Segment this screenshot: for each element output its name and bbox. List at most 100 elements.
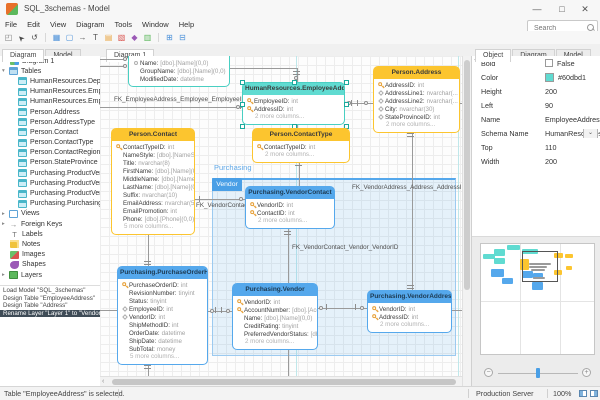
sidebar-item-humanresources-depar[interactable]: HumanResources.Depar...	[0, 76, 100, 86]
property-value[interactable]: 200	[545, 157, 600, 166]
new-shape-icon[interactable]: ◆	[128, 32, 141, 44]
property-value[interactable]: 90	[545, 101, 600, 110]
table-person-contact[interactable]: Person.Contact ContactTypeID: int NameStyle…	[111, 128, 195, 235]
scroll-left-icon[interactable]: ‹	[102, 377, 104, 386]
menu-view[interactable]: View	[45, 20, 71, 29]
tab-diagram[interactable]: Diagram	[2, 49, 45, 62]
toggle-left-panel-icon[interactable]	[579, 390, 587, 397]
sidebar-item-purchasing-productven[interactable]: Purchasing.ProductVen...	[0, 178, 100, 188]
menu-tools[interactable]: Tools	[110, 20, 138, 29]
connector-line[interactable]	[412, 130, 413, 290]
connector-line[interactable]	[230, 68, 297, 69]
layer-name-tab[interactable]: Vendor	[212, 178, 242, 191]
selection-handle[interactable]	[291, 80, 297, 85]
sidebar-item-views[interactable]: ▸ Views	[0, 209, 100, 219]
table-vendor-contact[interactable]: Purchasing.VendorContact VendorID: int Cont…	[245, 186, 335, 229]
new-layer-icon[interactable]: ▥	[141, 32, 154, 44]
selection-handle[interactable]	[344, 80, 349, 85]
property-value[interactable]: 200	[545, 87, 600, 96]
zoom-slider-thumb[interactable]	[536, 368, 540, 378]
connector-line[interactable]	[100, 310, 117, 311]
connector-line[interactable]	[100, 107, 242, 108]
selection-handle[interactable]	[344, 101, 349, 107]
history-entry[interactable]: Rename Layer "Layer 1" to "Vendor"	[0, 309, 100, 318]
new-table-icon[interactable]: ▦	[50, 32, 63, 44]
zoom-out-button[interactable]: −	[484, 368, 493, 377]
table-department-partial[interactable]: Name: [dbo].[Name](0,0) GroupName: [dbo].[N…	[128, 56, 230, 87]
selection-handle[interactable]	[240, 124, 245, 129]
sidebar-item-shapes[interactable]: Shapes	[0, 260, 100, 270]
sidebar-item-purchasing-productven[interactable]: Purchasing.ProductVen...	[0, 168, 100, 178]
history-entry[interactable]: Load Model "SQL_3schemas"	[0, 287, 100, 295]
sidebar-item-tables[interactable]: ▾ Tables	[0, 66, 100, 76]
zoom-in-button[interactable]: +	[582, 368, 591, 377]
vertical-scrollbar-thumb[interactable]	[464, 60, 470, 290]
property-value[interactable]: HumanResources ⌄	[545, 128, 600, 138]
table-purchase-order-header[interactable]: Purchasing.PurchaseOrderHeader PurchaseOr…	[117, 266, 208, 365]
connector-line[interactable]	[299, 160, 300, 186]
fk-label-fk-vendorcontact-vendor-vendorid[interactable]: FK_VendorContact_Vendor_VendorID	[292, 244, 398, 251]
menu-edit[interactable]: Edit	[22, 20, 45, 29]
menu-window[interactable]: Window	[137, 20, 174, 29]
zoom-level-label[interactable]: 100%	[553, 387, 571, 400]
selection-handle[interactable]	[240, 80, 245, 85]
checkbox[interactable]	[545, 59, 553, 67]
new-image-icon[interactable]: ▧	[115, 32, 128, 44]
property-value[interactable]: False	[545, 59, 600, 68]
connector-line[interactable]	[195, 199, 245, 200]
menu-help[interactable]: Help	[174, 20, 199, 29]
sidebar-item-images[interactable]: Images	[0, 250, 100, 260]
sidebar-item-humanresources-emplo[interactable]: HumanResources.Emplo...	[0, 97, 100, 107]
minimap-viewport[interactable]	[522, 251, 558, 282]
diagram-minimap[interactable]	[480, 243, 595, 355]
close-button[interactable]: ✕	[574, 0, 596, 18]
connector-line[interactable]	[452, 310, 462, 311]
maximize-button[interactable]: □	[551, 0, 573, 18]
new-view-icon[interactable]: ▢	[63, 32, 76, 44]
sidebar-item-notes[interactable]: Notes	[0, 239, 100, 249]
selection-handle[interactable]	[240, 101, 245, 107]
chevron-right-icon[interactable]: ▸	[2, 211, 9, 217]
history-entry[interactable]: Design Table "Address"	[0, 302, 100, 310]
horizontal-scrollbar-thumb[interactable]	[112, 378, 456, 385]
property-value[interactable]: #60dbd1	[545, 72, 600, 82]
history-entry[interactable]: Design Table "EmployeeAddress"	[0, 295, 100, 303]
new-note-icon[interactable]: ▤	[102, 32, 115, 44]
sidebar-item-foreign-keys[interactable]: ▸ → Foreign Keys	[0, 219, 100, 229]
sidebar-item-purchasing-purchasing[interactable]: Purchasing.Purchasing...	[0, 199, 100, 209]
chevron-right-icon[interactable]: ▸	[2, 221, 9, 227]
sidebar-item-purchasing-productven[interactable]: Purchasing.ProductVen...	[0, 188, 100, 198]
sidebar-item-person-contacttype[interactable]: Person.ContactType	[0, 138, 100, 148]
horizontal-scrollbar[interactable]: ‹	[100, 376, 462, 386]
sidebar-item-person-contact[interactable]: Person.Contact	[0, 127, 100, 137]
tab-object[interactable]: Object	[475, 49, 512, 62]
sidebar-item-person-addresstype[interactable]: Person.AddressType	[0, 117, 100, 127]
property-value[interactable]: EmployeeAddress	[545, 115, 600, 124]
table-person-address[interactable]: Person.Address AddressID: int AddressLine1:…	[373, 66, 460, 133]
color-swatch[interactable]	[545, 72, 554, 82]
auto-layout-icon[interactable]: ⊞	[163, 32, 176, 44]
chevron-right-icon[interactable]: ▸	[2, 272, 9, 278]
dropdown-icon[interactable]: ⌄	[583, 128, 598, 138]
property-value[interactable]: 110	[545, 143, 600, 152]
connector-line[interactable]	[288, 347, 289, 376]
fk-label-fk-employeeaddress-employee-employeeid[interactable]: FK_EmployeeAddress_Employee_EmployeeID	[114, 96, 246, 103]
menu-file[interactable]: File	[0, 20, 22, 29]
sidebar-item-humanresources-emplo[interactable]: HumanResources.Emplo...	[0, 87, 100, 97]
sidebar-item-labels[interactable]: T Labels	[0, 229, 100, 239]
convert-model-icon[interactable]: ⊟	[176, 32, 189, 44]
sidebar-item-person-stateprovince[interactable]: Person.StateProvince	[0, 158, 100, 168]
menu-diagram[interactable]: Diagram	[71, 20, 109, 29]
new-label-icon[interactable]: T	[89, 32, 102, 44]
vertical-scrollbar[interactable]	[462, 56, 471, 386]
toggle-right-panel-icon[interactable]	[590, 390, 598, 397]
sidebar-item-layers[interactable]: ▸ Layers	[0, 270, 100, 280]
table-employee-address[interactable]: HumanResources.EmployeeAddressEmployeeID…	[240, 80, 349, 129]
sidebar-item-person-contactregion[interactable]: Person.ContactRegion	[0, 148, 100, 158]
fk-label-fk-vendoraddress-address-addressid[interactable]: FK_VendorAddress_Address_AddressID	[352, 184, 462, 191]
sidebar-item-person-address[interactable]: Person.Address	[0, 107, 100, 117]
fk-label-fk-vendorcontact[interactable]: FK_VendorContact	[196, 202, 249, 209]
table-vendor-address[interactable]: Purchasing.VendorAddress VendorID: int Addr…	[367, 290, 452, 333]
table-person-contacttype[interactable]: Person.ContactType ContactTypeID: int 2 mor…	[252, 128, 350, 163]
connector-line[interactable]	[460, 103, 462, 104]
